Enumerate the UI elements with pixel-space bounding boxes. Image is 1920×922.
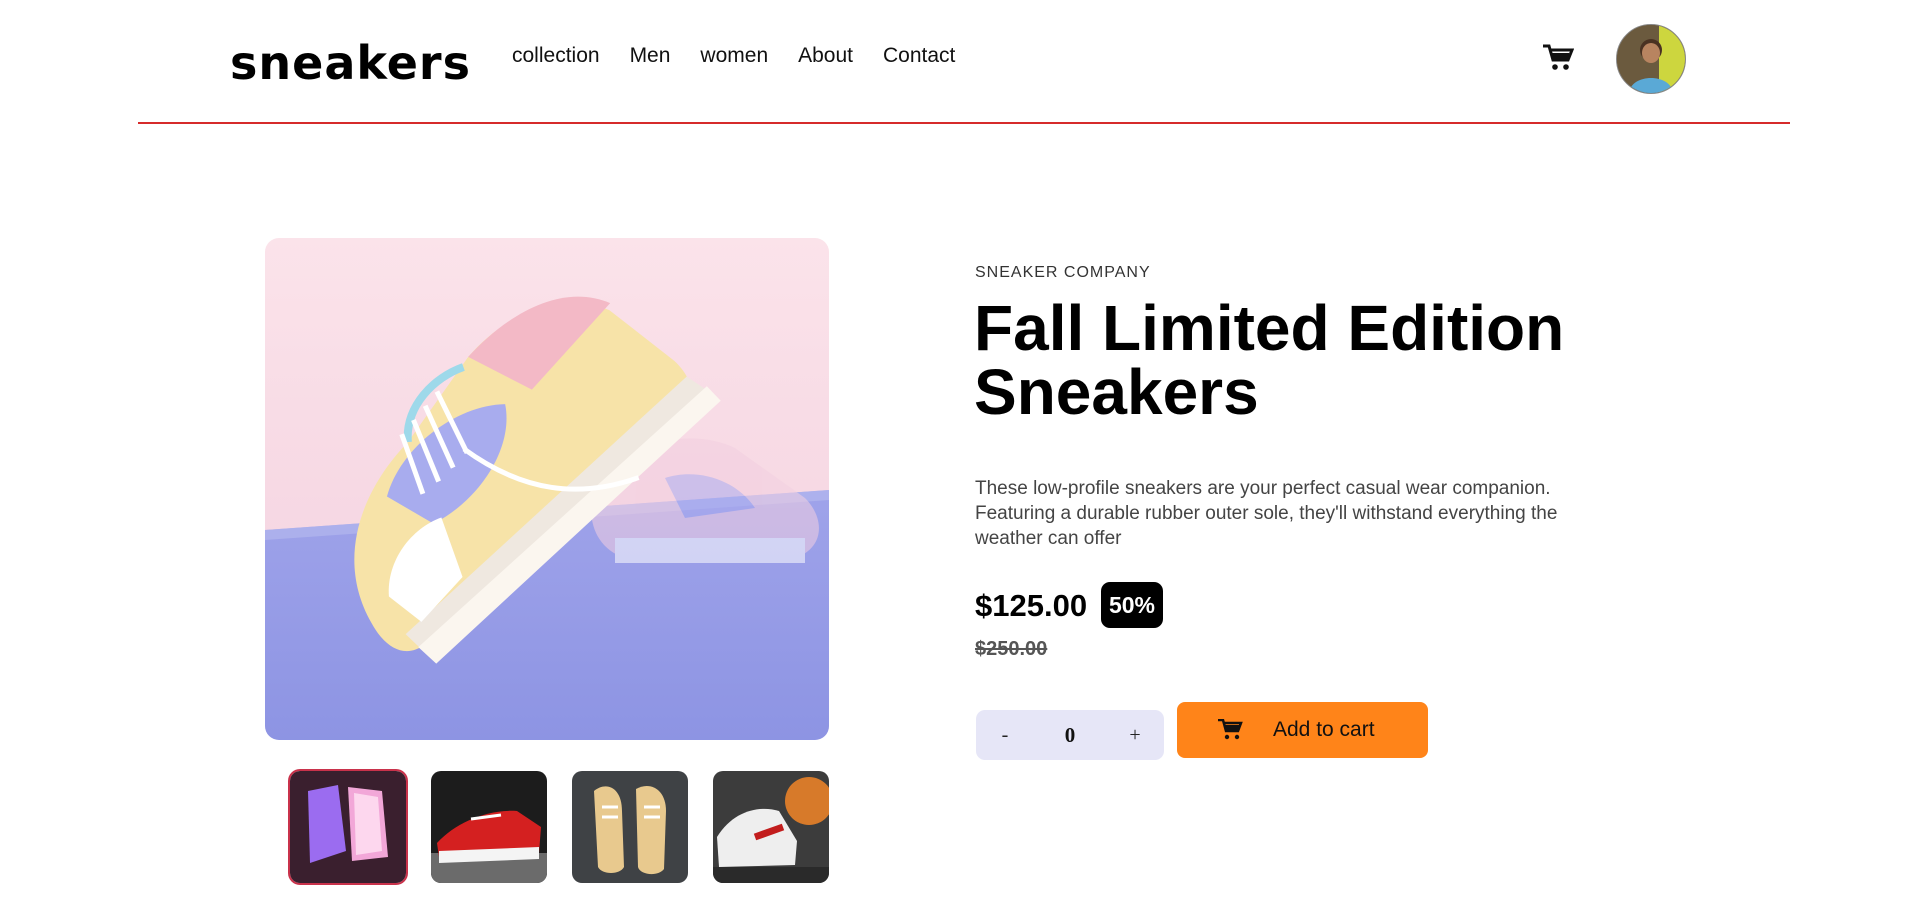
cart-icon[interactable] (1542, 44, 1575, 72)
increase-quantity-button[interactable]: + (1106, 710, 1164, 760)
thumbnail-strip (288, 769, 829, 885)
logo[interactable]: sneakers (230, 36, 471, 90)
nav-men[interactable]: Men (630, 44, 671, 68)
product-description: These low-profile sneakers are your perf… (975, 478, 1558, 549)
discount-badge: 50% (1101, 582, 1163, 628)
original-price: $250.00 (975, 638, 1048, 660)
main-nav: collection Men women About Contact (512, 44, 955, 68)
nav-about[interactable]: About (798, 44, 853, 68)
site-header: sneakers collection Men women About Cont… (138, 0, 1790, 124)
thumbnail-2[interactable] (431, 771, 547, 883)
avatar-icon[interactable] (1616, 24, 1686, 94)
nav-contact[interactable]: Contact (883, 44, 955, 68)
quantity-stepper: - 0 + (976, 710, 1164, 760)
nav-women[interactable]: women (700, 44, 768, 68)
quantity-value: 0 (1064, 722, 1076, 747)
add-to-cart-button[interactable]: Add to cart (1177, 702, 1428, 758)
add-to-cart-label: Add to cart (1273, 718, 1375, 741)
product-title: Fall Limited Edition Sneakers (974, 292, 1565, 428)
decrease-quantity-button[interactable]: - (976, 710, 1034, 760)
thumbnail-3[interactable] (572, 771, 688, 883)
company-name: SNEAKER COMPANY (975, 264, 1151, 281)
cart-icon (1217, 718, 1243, 741)
thumbnail-1[interactable] (288, 769, 408, 885)
thumbnail-4[interactable] (713, 771, 829, 883)
nav-collection[interactable]: collection (512, 44, 600, 68)
main-product-image[interactable] (265, 238, 829, 740)
current-price: $125.00 (975, 588, 1088, 623)
